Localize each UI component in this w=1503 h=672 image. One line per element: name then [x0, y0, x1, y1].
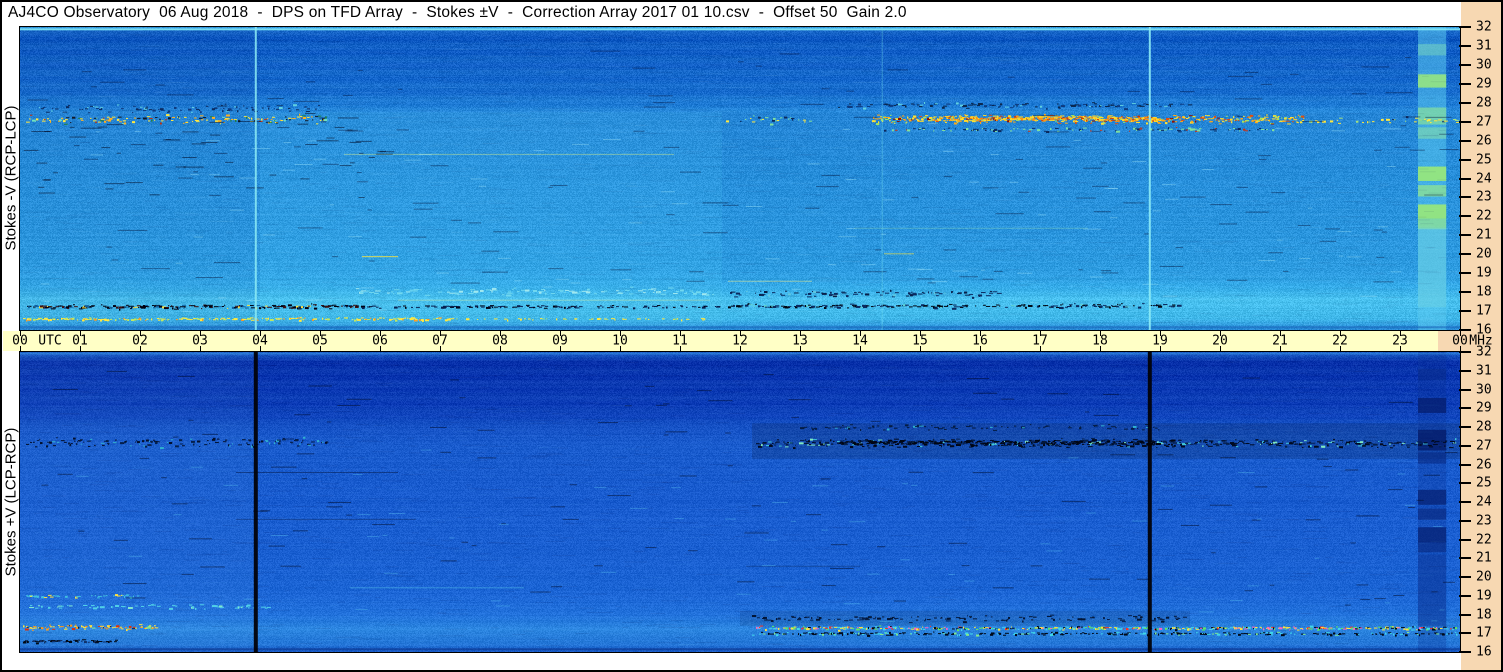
frequency-axis-column [1461, 2, 1501, 670]
time-axis-band [3, 331, 1438, 351]
spectrogram-stokes-plus-v [19, 351, 1461, 653]
app-window: AJ4CO Observatory 06 Aug 2018 - DPS on T… [0, 0, 1503, 672]
ylabel-stokes-minus-v: Stokes -V (RCP-LCP) [2, 105, 20, 251]
window-title: AJ4CO Observatory 06 Aug 2018 - DPS on T… [8, 4, 907, 21]
spectrogram-stokes-minus-v [19, 26, 1461, 331]
ylabel-stokes-plus-v: Stokes +V (LCP-RCP) [2, 427, 20, 577]
